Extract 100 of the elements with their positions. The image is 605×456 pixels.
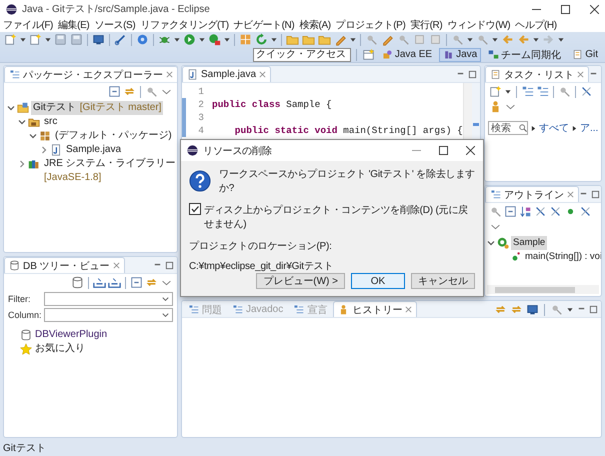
menu-item[interactable]: ウィンドウ(W) xyxy=(447,18,510,32)
close-icon[interactable] xyxy=(259,71,266,78)
menu-item[interactable]: 実行(R) xyxy=(410,18,442,32)
new-file-icon[interactable] xyxy=(28,33,43,46)
menu-item[interactable]: 編集(E) xyxy=(58,18,90,32)
cross-icon[interactable] xyxy=(580,85,593,98)
view-tab[interactable]: タスク・リスト xyxy=(485,66,589,82)
perspective-icon xyxy=(443,49,454,60)
filter-link[interactable]: ア... xyxy=(580,121,598,135)
cross-icon[interactable] xyxy=(579,205,592,218)
dialog-button[interactable]: OK xyxy=(351,273,405,289)
quick-access-field[interactable]: クイック・アクセス xyxy=(252,48,351,62)
status-text: Gitテスト xyxy=(3,442,46,455)
list-icon[interactable] xyxy=(536,85,549,98)
view-tab[interactable]: パッケージ・エクスプローラー xyxy=(4,66,177,82)
close-icon[interactable] xyxy=(577,71,584,78)
tree-item[interactable]: Sample.java xyxy=(64,143,124,157)
menu-item[interactable]: リファクタリング(T) xyxy=(140,18,229,32)
expand-caret-icon[interactable] xyxy=(18,118,26,126)
sort-icon[interactable] xyxy=(519,205,532,218)
expand-caret-icon[interactable] xyxy=(487,239,495,247)
close-icon[interactable] xyxy=(567,191,574,198)
tree-item[interactable]: main(String[]) : voi xyxy=(523,250,601,264)
tree-item[interactable]: src xyxy=(42,115,60,129)
line-number: 1 xyxy=(197,86,205,97)
tree-item[interactable]: DBViewerPlugin xyxy=(35,328,108,340)
new-file-icon[interactable] xyxy=(489,85,502,98)
view-tab-title: パッケージ・エクスプローラー xyxy=(23,68,163,82)
tree-item[interactable]: お気に入り xyxy=(35,341,85,355)
view-tab-title: Javadoc xyxy=(246,304,284,315)
column-dropdown[interactable] xyxy=(44,308,173,322)
close-icon[interactable] xyxy=(405,306,412,313)
sync-arrows-icon[interactable] xyxy=(494,303,507,316)
close-button[interactable] xyxy=(590,4,599,14)
list-icon[interactable] xyxy=(521,85,534,98)
perspective-button[interactable]: Git xyxy=(568,48,602,62)
close-icon[interactable] xyxy=(166,71,173,78)
tree-item[interactable]: Sample xyxy=(511,236,548,250)
menu-item[interactable]: ヘルプ(H) xyxy=(515,18,557,32)
collapse-all-icon[interactable] xyxy=(130,276,143,289)
search-icon xyxy=(519,124,527,132)
view-tab-title: 宣言 xyxy=(307,304,328,316)
collapse-all-icon[interactable] xyxy=(108,85,121,98)
close-button[interactable] xyxy=(466,146,475,155)
monitor-icon[interactable] xyxy=(526,303,539,316)
question-icon xyxy=(189,170,211,192)
view-icon xyxy=(293,304,304,315)
dialog-button[interactable]: プレビュー(W) > xyxy=(256,273,345,289)
save-all-icon[interactable] xyxy=(69,33,84,46)
horizontal-scrollbar[interactable] xyxy=(487,285,599,294)
close-icon[interactable] xyxy=(112,262,120,269)
cross-icon[interactable] xyxy=(549,205,562,218)
tray-icon[interactable] xyxy=(93,276,106,289)
menu-item[interactable]: ファイル(F) xyxy=(3,18,53,32)
sync-arrows-icon[interactable] xyxy=(145,276,158,289)
tray-icon[interactable] xyxy=(108,276,121,289)
maximize-button[interactable] xyxy=(561,4,570,14)
tree-item[interactable]: JRE システム・ライブラリー [JavaSE-1.8] xyxy=(42,157,177,185)
database-icon[interactable] xyxy=(71,276,84,289)
view-tab[interactable]: アウトライン xyxy=(485,186,579,202)
view-tab-title: アウトライン xyxy=(504,188,564,202)
perspective-button[interactable]: Java xyxy=(439,48,482,62)
maximize-button[interactable] xyxy=(439,146,448,155)
library-icon xyxy=(28,158,40,170)
expand-caret-icon[interactable] xyxy=(29,132,37,140)
menu-item[interactable]: ソース(S) xyxy=(94,18,136,32)
new-file-icon[interactable] xyxy=(3,33,18,46)
expand-caret-icon[interactable] xyxy=(40,146,48,154)
play-icon[interactable] xyxy=(182,33,197,46)
eclipse-logo-icon xyxy=(187,145,198,156)
filter-link[interactable]: すべて xyxy=(539,121,569,135)
cross-icon[interactable] xyxy=(534,205,547,218)
expand-caret-icon[interactable] xyxy=(18,160,26,168)
open-perspective-icon[interactable] xyxy=(362,48,375,61)
menu-item[interactable]: ナビゲート(N) xyxy=(234,18,294,32)
sync-arrows-icon[interactable] xyxy=(123,85,136,98)
location-label: プロジェクトのロケーション(P): xyxy=(189,240,332,253)
overview-marker xyxy=(473,123,479,126)
view-tab[interactable]: ヒストリー xyxy=(333,301,418,317)
checkbox[interactable] xyxy=(189,203,201,215)
location-path: C:¥tmp¥eclipse_git_dir¥Gitテスト xyxy=(189,260,334,273)
checkbox-label[interactable]: ディスク上からプロジェクト・コンテンツを削除(D) (元に戻せません) xyxy=(204,203,475,231)
perspective-button[interactable]: チーム同期化 xyxy=(484,48,566,62)
collapse-all-icon[interactable] xyxy=(504,205,517,218)
tree-item[interactable]: Gitテスト [Gitテスト master] xyxy=(31,101,164,115)
dialog-button[interactable]: キャンセル xyxy=(411,273,475,289)
view-tab[interactable]: DB ツリー・ビュー xyxy=(4,257,125,273)
eclipse-logo-icon xyxy=(6,4,17,14)
monitor-icon[interactable] xyxy=(91,33,106,46)
menu-item[interactable]: 検索(A) xyxy=(299,18,331,32)
run-icon[interactable] xyxy=(207,33,222,46)
tree-item[interactable]: (デフォルト・パッケージ) xyxy=(53,129,174,143)
editor-tab[interactable]: Sample.java xyxy=(182,66,272,82)
gear-icon[interactable] xyxy=(135,33,150,46)
menu-item[interactable]: プロジェクト(P) xyxy=(336,18,406,32)
perspective-button[interactable]: Java EE xyxy=(378,48,436,62)
line-number: 2 xyxy=(197,99,205,110)
code-line: public class Sample { xyxy=(212,99,332,110)
expand-caret-icon[interactable] xyxy=(7,104,15,112)
search-field[interactable]: 検索 xyxy=(488,121,528,135)
